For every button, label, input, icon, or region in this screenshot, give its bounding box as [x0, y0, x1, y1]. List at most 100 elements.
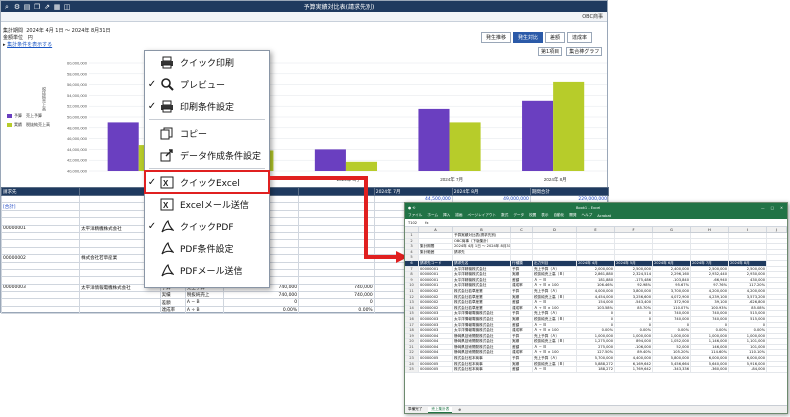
sheet-cell[interactable]: 1,101,000 [729, 339, 767, 344]
item-selector[interactable]: 第1項目 [538, 47, 563, 56]
sheet-cell[interactable]: 売上予算（Ａ） [533, 356, 577, 361]
menu-item-excel-mail[interactable]: X Excelメール送信 [145, 193, 269, 215]
sheet-cell[interactable]: 予算 [511, 333, 533, 339]
sheet-cell[interactable] [729, 255, 767, 260]
sheet-tab[interactable]: 売上集計表 [428, 406, 453, 413]
sheet-cell[interactable]: 00000004 [419, 333, 453, 339]
sheet-row[interactable]: 25 00000005 株式会社松本商事 差額 Ａ − Ｂ 188,272 1,769,64… [405, 367, 787, 373]
sheet-cell[interactable]: 2024年 6月 [653, 260, 691, 266]
sheet-cell[interactable] [691, 238, 729, 244]
sheet-cell[interactable]: 0 [615, 311, 653, 316]
sheet-cell[interactable] [577, 244, 615, 249]
sheet-cell[interactable]: 売上予算（Ａ） [533, 288, 577, 294]
sheet-cell[interactable]: 2024年 5月 [615, 260, 653, 266]
bar-budget[interactable] [418, 108, 450, 171]
sheet-cell[interactable]: 太平洋情報電機株式会社 [453, 316, 511, 322]
sheet-cell[interactable]: 株式会社松本商事 [453, 367, 511, 372]
sheet-cell[interactable]: 5,800,000 [653, 356, 691, 361]
sheet-cell[interactable]: 4,200,000 [729, 288, 767, 294]
sheet-cell[interactable]: 税抜純売上高（Ｂ） [533, 316, 577, 322]
sheet-cell[interactable]: 740,000 [653, 316, 691, 322]
row-number[interactable]: 8 [405, 272, 419, 277]
row-number[interactable]: 20 [405, 339, 419, 344]
sheet-cell[interactable]: 売上予算（Ａ） [533, 266, 577, 272]
row-number[interactable]: 3 [405, 244, 419, 249]
bar-actual[interactable] [553, 81, 585, 171]
sheet-cell[interactable]: 0.00% [577, 328, 615, 333]
menu-item-pdf-mail[interactable]: PDFメール送信 [145, 259, 269, 281]
sheet-cell[interactable]: 差額 [511, 277, 533, 283]
grid-header-cell[interactable]: 請求先 [0, 187, 81, 196]
sheet-cell[interactable]: 00000002 [419, 300, 453, 305]
sheet-cell[interactable]: 達成率 [511, 283, 533, 288]
printer-icon[interactable]: ▤ [23, 3, 31, 11]
pdf-icon[interactable]: ◫ [63, 3, 71, 11]
sheet-cell[interactable]: Ａ − Ｂ [533, 322, 577, 328]
sheet-cell[interactable] [533, 233, 577, 238]
sheet-cell[interactable]: 85.08% [729, 305, 767, 311]
sheet-cell[interactable] [653, 255, 691, 260]
sheet-cell[interactable] [653, 238, 691, 244]
sheet-cell[interactable] [691, 244, 729, 249]
sheet-cell[interactable] [533, 249, 577, 255]
sheet-cell[interactable]: 00000001 [419, 283, 453, 288]
sheet-cell[interactable]: 税抜純売上高（Ｂ） [533, 272, 577, 277]
sheet-cell[interactable]: 0 [577, 316, 615, 322]
sheet-cell[interactable]: 00000002 [419, 305, 453, 311]
bar-actual[interactable] [449, 122, 481, 171]
sheet-cell[interactable]: 太平洋情報電機株式会社 [453, 328, 511, 333]
sheet-cell[interactable]: 5,888,272 [577, 361, 615, 367]
sheet-cell[interactable]: 275,000 [577, 344, 615, 350]
sheet-cell[interactable]: 5,456,664 [653, 361, 691, 367]
row-number[interactable]: 1 [405, 233, 419, 238]
sheet-cell[interactable]: 太平洋情報電機株式会社 [453, 311, 511, 316]
sheet-cell[interactable]: 2,932,440 [691, 272, 729, 277]
sheet-cell[interactable]: 2,861,880 [577, 272, 615, 277]
sheet-cell[interactable]: 達成率 [511, 328, 533, 333]
sheet-cell[interactable]: Ａ ÷ Ｂ × 100 [533, 328, 577, 333]
sheet-cell[interactable] [729, 238, 767, 244]
sheet-cell[interactable]: 太平洋精機株式会社 [453, 266, 511, 272]
sheet-cell[interactable]: 894,000 [615, 339, 653, 344]
sheet-cell[interactable]: 5,640,000 [691, 361, 729, 367]
add-sheet-icon[interactable]: ⊕ [458, 408, 461, 412]
sheet-cell[interactable]: 売上予算（Ａ） [533, 333, 577, 339]
menu-item-print-settings[interactable]: ✓ 印刷条件設定 [145, 95, 269, 117]
sheet-cell[interactable]: 00000001 [419, 266, 453, 272]
sheet-cell[interactable] [453, 255, 511, 260]
column-header[interactable]: H [691, 227, 729, 232]
sheet-cell[interactable]: 0 [653, 322, 691, 328]
sheet-cell[interactable]: 3,256,600 [615, 294, 653, 300]
sheet-cell[interactable]: 1,052,000 [653, 339, 691, 344]
column-header[interactable]: C [511, 227, 533, 232]
sheet-cell[interactable]: 00000005 [419, 356, 453, 361]
sheet-cell[interactable]: 2,400,000 [653, 266, 691, 272]
sheet-cell[interactable]: -360,000 [691, 367, 729, 372]
sheet-cell[interactable] [691, 249, 729, 255]
row-number[interactable]: 11 [405, 288, 419, 294]
sheet-cell[interactable]: 2,500,000 [729, 266, 767, 272]
ribbon-tab[interactable]: ページレイアウト [467, 213, 496, 218]
sheet-cell[interactable]: 97.76% [691, 283, 729, 288]
grid-header-cell[interactable]: 期間合計 [529, 187, 610, 196]
sheet-cell[interactable]: 52,000 [653, 344, 691, 350]
sheet-cell[interactable]: 行種類 [511, 260, 533, 266]
sheet-cell[interactable] [653, 244, 691, 249]
sheet-cell[interactable]: 1,000,000 [615, 333, 653, 339]
sheet-cell[interactable]: Ａ ÷ Ｂ × 100 [533, 283, 577, 288]
ribbon-tab[interactable]: データ [513, 213, 524, 218]
sheet-cell[interactable]: 実績 [511, 316, 533, 322]
sheet-cell[interactable]: 達成率 [511, 350, 533, 356]
sheet-cell[interactable]: 太平洋精機株式会社 [453, 283, 511, 288]
minimize-icon[interactable]: — [761, 206, 765, 210]
sheet-cell[interactable]: 4,200,000 [691, 288, 729, 294]
sheet-cell[interactable]: 00000003 [419, 322, 453, 328]
sheet-cell[interactable]: 0.00% [691, 328, 729, 333]
sheet-cell[interactable]: 0 [615, 316, 653, 322]
sheet-cell[interactable] [533, 244, 577, 249]
sheet-cell[interactable]: 集計範囲 [419, 249, 453, 255]
row-number[interactable]: 12 [405, 294, 419, 300]
sheet-cell[interactable]: Ａ − Ｂ [533, 344, 577, 350]
sheet-cell[interactable]: 太平洋精機株式会社 [453, 272, 511, 277]
sheet-cell[interactable]: 静岡県技術開発株式会社 [453, 339, 511, 344]
